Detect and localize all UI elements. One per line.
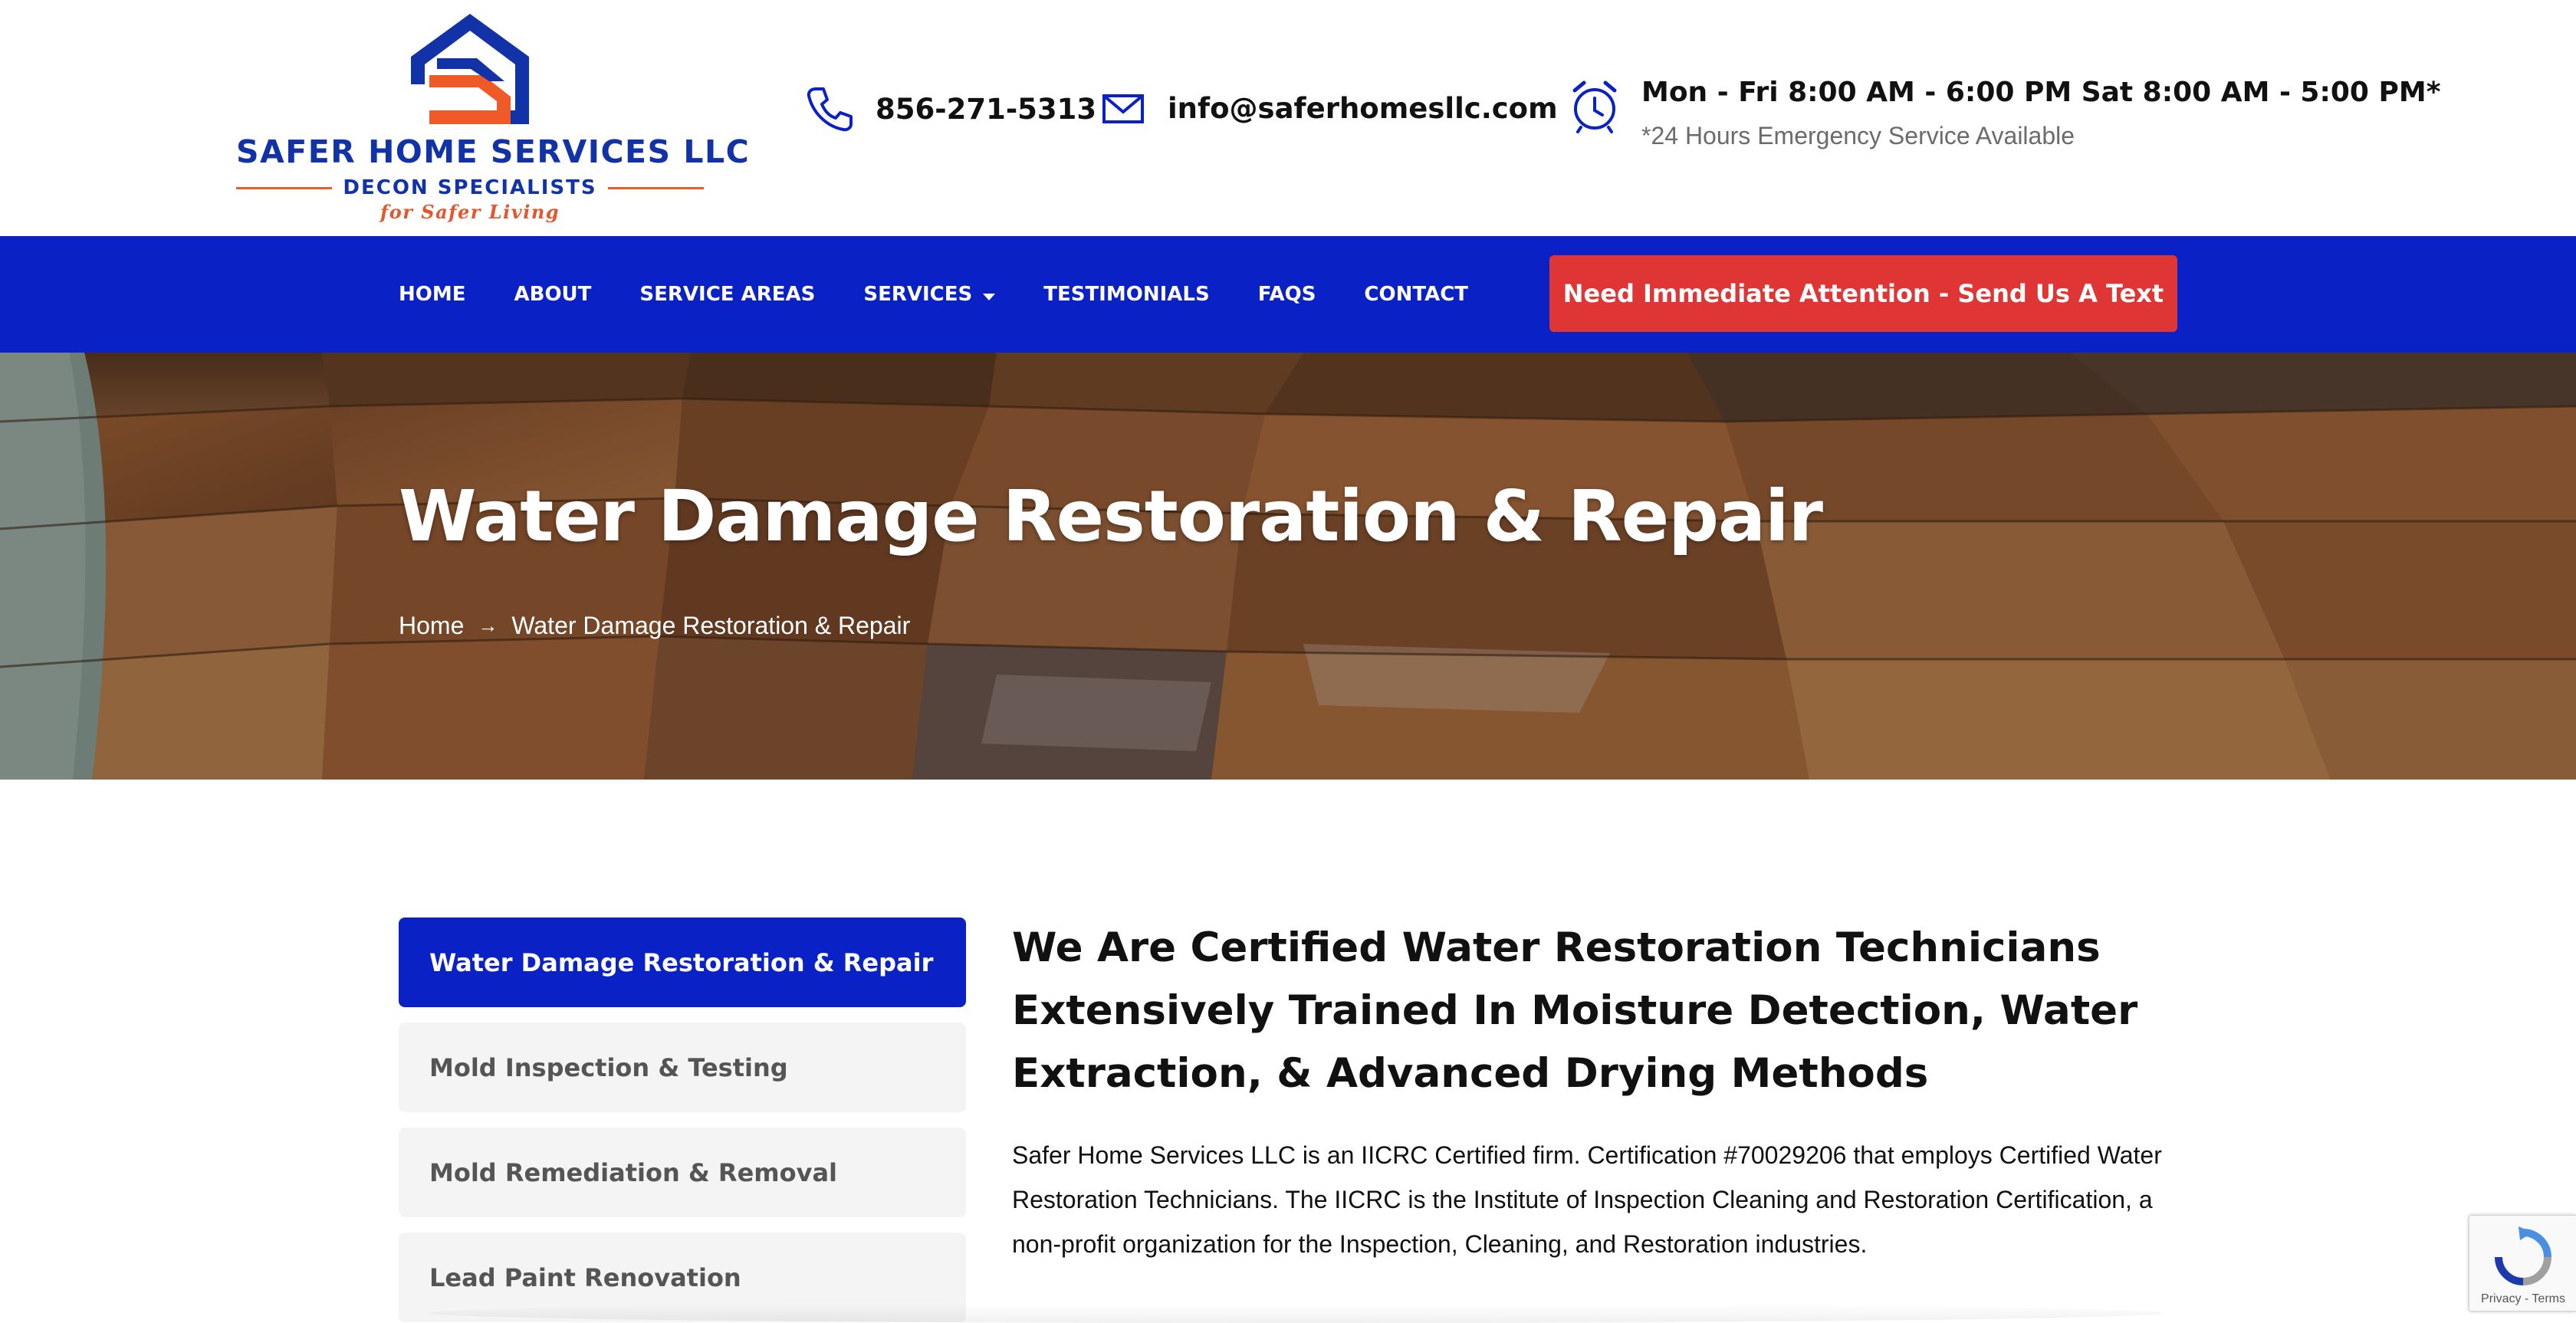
nav-home-label: HOME — [399, 283, 466, 306]
nav-services-label: SERVICES — [863, 283, 973, 306]
recaptcha-links[interactable]: Privacy - Terms — [2469, 1292, 2576, 1306]
phone-number[interactable]: 856-271-5313 — [876, 93, 1096, 126]
services-sidebar: Water Damage Restoration & Repair Mold I… — [399, 918, 966, 1323]
recaptcha-icon — [2495, 1226, 2551, 1285]
hero-banner: Water Damage Restoration & Repair Home →… — [0, 353, 2576, 780]
caret-down-icon — [983, 293, 996, 300]
hours-main: Mon - Fri 8:00 AM - 6:00 PM Sat 8:00 AM … — [1641, 77, 2441, 108]
house-logo-icon — [411, 14, 529, 124]
hero-overlay — [0, 353, 2576, 780]
main-navbar: HOME ABOUT SERVICE AREAS SERVICES TESTIM… — [0, 236, 2576, 353]
nav-services[interactable]: SERVICES — [863, 283, 996, 306]
alarm-clock-icon — [1572, 80, 1617, 133]
logo-subtitle: DECON SPECIALISTS — [343, 176, 597, 199]
nav-testimonials-label: TESTIMONIALS — [1043, 283, 1210, 306]
nav-testimonials[interactable]: TESTIMONIALS — [1043, 283, 1209, 306]
site-header: SAFER HOME SERVICES LLC DECON SPECIALIST… — [0, 0, 2576, 236]
business-hours: Mon - Fri 8:00 AM - 6:00 PM Sat 8:00 AM … — [1641, 77, 2441, 150]
main-content: We Are Certified Water Restoration Techn… — [1012, 917, 2185, 1266]
phone-icon — [807, 87, 853, 132]
page-title: Water Damage Restoration & Repair — [399, 475, 1823, 557]
logo-tagline: for Safer Living — [380, 201, 560, 223]
nav-about-label: ABOUT — [514, 283, 592, 306]
logo-subtitle-row: DECON SPECIALISTS — [236, 173, 704, 202]
send-text-cta-button[interactable]: Need Immediate Attention - Send Us A Tex… — [1549, 255, 2177, 332]
logo-divider-left — [236, 186, 333, 189]
nav-contact-label: CONTACT — [1364, 283, 1469, 306]
header-phone[interactable]: 856-271-5313 — [805, 84, 1096, 133]
logo-divider-right — [607, 186, 704, 189]
nav-faqs-label: FAQS — [1257, 283, 1316, 306]
nav-service-areas[interactable]: SERVICE AREAS — [639, 283, 815, 306]
breadcrumb-arrow-icon: → — [478, 614, 498, 637]
section-heading: We Are Certified Water Restoration Techn… — [1012, 924, 2138, 1097]
nav-about[interactable]: ABOUT — [514, 283, 592, 306]
logo-company-name: SAFER HOME SERVICES LLC — [236, 133, 751, 170]
breadcrumb-home-link[interactable]: Home — [399, 612, 464, 640]
nav-home[interactable]: HOME — [399, 283, 466, 306]
header-hours-icon-wrap — [1570, 80, 1619, 133]
site-logo[interactable]: SAFER HOME SERVICES LLC DECON SPECIALIST… — [236, 11, 751, 225]
breadcrumb: Home → Water Damage Restoration & Repair — [399, 612, 910, 640]
sidebar-item-mold-remediation[interactable]: Mold Remediation & Removal — [399, 1128, 966, 1217]
nav-contact[interactable]: CONTACT — [1364, 283, 1468, 306]
nav-service-areas-label: SERVICE AREAS — [639, 283, 816, 306]
intro-paragraph: Safer Home Services LLC is an IICRC Cert… — [1012, 1141, 2162, 1258]
hours-emergency-note: *24 Hours Emergency Service Available — [1641, 122, 2075, 149]
sidebar-item-mold-inspection[interactable]: Mold Inspection & Testing — [399, 1023, 966, 1112]
email-address[interactable]: info@saferhomesllc.com — [1168, 92, 1558, 125]
breadcrumb-current: Water Damage Restoration & Repair — [511, 612, 911, 639]
mail-icon — [1102, 94, 1144, 123]
recaptcha-badge[interactable]: Privacy - Terms — [2469, 1215, 2576, 1312]
section-shadow — [429, 1303, 2162, 1323]
sidebar-item-water-damage[interactable]: Water Damage Restoration & Repair — [399, 918, 966, 1007]
header-email[interactable]: info@saferhomesllc.com — [1102, 92, 1558, 125]
nav-menu: HOME ABOUT SERVICE AREAS SERVICES TESTIM… — [399, 236, 1516, 353]
nav-faqs[interactable]: FAQS — [1258, 283, 1316, 306]
